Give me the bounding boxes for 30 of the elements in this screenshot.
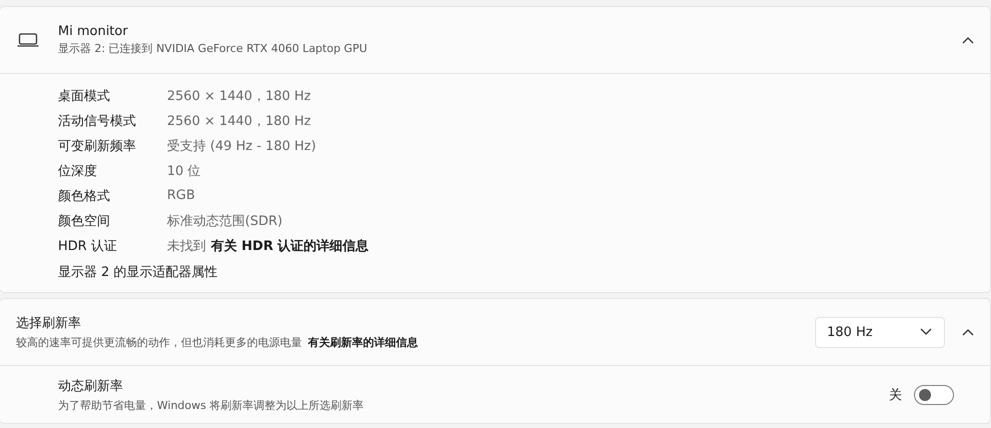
property-label: 颜色空间 <box>58 212 111 230</box>
dynamic-refresh-toggle[interactable] <box>914 384 954 404</box>
refresh-rate-details-link[interactable]: 有关刷新率的详细信息 <box>308 335 418 350</box>
property-value: 2560 × 1440，180 Hz <box>167 88 311 104</box>
refresh-rate-description: 较高的速率可提供更流畅的动作，但也消耗更多的电源电量 <box>16 335 302 350</box>
property-value: 标准动态范围(SDR) <box>167 212 282 230</box>
monitor-name: Mi monitor <box>58 24 129 39</box>
property-label: HDR 认证 <box>58 238 118 254</box>
property-label: 桌面模式 <box>58 88 111 104</box>
property-label: 颜色格式 <box>58 188 111 204</box>
refresh-rate-dropdown[interactable]: 180 Hz <box>815 316 945 348</box>
toggle-state-label: 关 <box>889 386 902 404</box>
property-value: RGB <box>167 188 196 203</box>
dynamic-refresh-description: 为了帮助节省电量，Windows 将刷新率调整为以上所选刷新率 <box>58 398 365 412</box>
adapter-properties-link[interactable]: 显示器 2 的显示适配器属性 <box>58 263 218 281</box>
property-value: 受支持 (49 Hz - 180 Hz) <box>167 138 316 154</box>
details-link[interactable]: 有关 HDR 认证的详细信息 <box>211 236 369 254</box>
monitor-connection: 显示器 2: 已连接到 NVIDIA GeForce RTX 4060 Laptop GPU <box>58 41 368 56</box>
property-label: 活动信号模式 <box>58 112 137 130</box>
dropdown-chevron-icon[interactable] <box>920 328 932 336</box>
collapse-chevron-icon[interactable] <box>962 36 974 44</box>
property-value: 10 位 <box>167 162 201 180</box>
collapse-chevron-icon[interactable] <box>962 328 974 336</box>
dynamic-refresh-title: 动态刷新率 <box>58 378 124 394</box>
refresh-rate-title: 选择刷新率 <box>16 315 82 332</box>
laptop-icon <box>17 33 39 47</box>
property-label: 可变刷新频率 <box>58 138 137 154</box>
property-value: 2560 × 1440，180 Hz <box>167 112 311 130</box>
property-label: 位深度 <box>58 162 98 180</box>
property-value: 未找到 <box>167 238 206 254</box>
